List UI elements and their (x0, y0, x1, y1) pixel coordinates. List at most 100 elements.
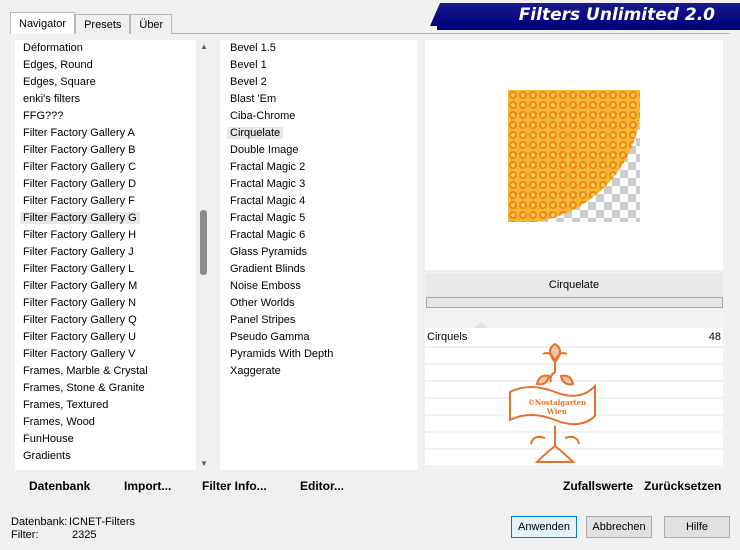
category-item[interactable]: Déformation (17, 40, 148, 57)
category-item[interactable]: FunHouse (17, 431, 148, 448)
filter-item[interactable]: Ciba-Chrome (224, 108, 333, 125)
category-item[interactable]: Frames, Textured (17, 397, 148, 414)
filter-item[interactable]: Noise Emboss (224, 278, 333, 295)
scrollbar-thumb[interactable] (200, 210, 207, 275)
category-item[interactable]: FFG??? (17, 108, 148, 125)
apply-button[interactable]: Anwenden (511, 516, 577, 538)
category-item-label: Filter Factory Gallery J (23, 246, 134, 258)
filter-item[interactable]: Gradient Blinds (224, 261, 333, 278)
editor-button[interactable]: Editor... (300, 479, 344, 493)
filter-item-label: Bevel 1.5 (230, 42, 276, 54)
category-item[interactable]: enki's filters (17, 91, 148, 108)
category-item[interactable]: Frames, Marble & Crystal (17, 363, 148, 380)
scroll-up-icon[interactable]: ▲ (199, 42, 209, 51)
filter-item-label: Panel Stripes (230, 314, 296, 326)
filter-item[interactable]: Fractal Magic 3 (224, 176, 333, 193)
filter-item[interactable]: Blast 'Em (224, 91, 333, 108)
filter-item[interactable]: Glass Pyramids (224, 244, 333, 261)
status-info: Datenbank: ICNET-Filters Filter: 2325 (11, 516, 135, 542)
slider-thumb[interactable] (474, 322, 488, 328)
category-item-label: Frames, Marble & Crystal (23, 365, 148, 377)
category-item[interactable]: Filter Factory Gallery F (17, 193, 148, 210)
category-item[interactable]: Filter Factory Gallery D (17, 176, 148, 193)
category-list-panel: Déformation Edges, Round Edges, Square enki… (15, 40, 211, 470)
category-item-label: Filter Factory Gallery M (23, 280, 138, 292)
randomize-button[interactable]: Zufallswerte (563, 479, 633, 493)
category-item[interactable]: Filter Factory Gallery V (17, 346, 148, 363)
category-item[interactable]: Frames, Stone & Granite (17, 380, 148, 397)
category-item-label: Gradients (23, 450, 71, 462)
filter-item-label: Glass Pyramids (230, 246, 308, 258)
category-list: Déformation Edges, Round Edges, Square enki… (17, 40, 148, 465)
tab-presets[interactable]: Presets (75, 14, 131, 34)
left-button-bar: Datenbank Import... Filter Info... Edito… (15, 474, 418, 498)
filter-item-label: Other Worlds (230, 297, 295, 309)
title-banner: Filters Unlimited 2.0 (430, 3, 740, 26)
category-item[interactable]: Frames, Wood (17, 414, 148, 431)
category-item[interactable]: Filter Factory Gallery H (17, 227, 148, 244)
category-item-label: FFG??? (23, 110, 64, 122)
category-item-label: Frames, Stone & Granite (23, 382, 145, 394)
filter-item-label: Bevel 2 (230, 76, 267, 88)
filter-item[interactable]: Pseudo Gamma (224, 329, 333, 346)
category-item[interactable]: Edges, Round (17, 57, 148, 74)
filter-info-button[interactable]: Filter Info... (202, 479, 267, 493)
tab-uber[interactable]: Über (130, 14, 173, 34)
filter-item[interactable]: Panel Stripes (224, 312, 333, 329)
filter-item-label: Blast 'Em (230, 93, 277, 105)
category-item[interactable]: Filter Factory Gallery G (17, 210, 148, 227)
category-item[interactable]: Filter Factory Gallery A (17, 125, 148, 142)
category-item[interactable]: Gradients (17, 448, 148, 465)
tab-navigator[interactable]: Navigator (10, 12, 76, 34)
filter-item-label: Xaggerate (230, 365, 281, 377)
right-button-bar: Zufallswerte Zurücksetzen (425, 474, 723, 498)
cancel-button[interactable]: Abbrechen (586, 516, 652, 538)
watermark-text: ©Nostalgarten (527, 398, 587, 407)
filter-item[interactable]: Other Worlds (224, 295, 333, 312)
banner-underline (437, 26, 740, 30)
filter-item-label: Ciba-Chrome (230, 110, 296, 122)
filter-item[interactable]: Bevel 1 (224, 57, 333, 74)
category-item[interactable]: Filter Factory Gallery L (17, 261, 148, 278)
category-item-label: Filter Factory Gallery G (20, 212, 140, 224)
filter-item[interactable]: Bevel 1.5 (224, 40, 333, 57)
filter-item-label: Double Image (230, 144, 299, 156)
category-item-label: Déformation (23, 42, 83, 54)
watermark-text-city: Wien (547, 407, 567, 416)
filter-item[interactable]: Fractal Magic 2 (224, 159, 333, 176)
filter-item[interactable]: Pyramids With Depth (224, 346, 333, 363)
category-item[interactable]: Filter Factory Gallery J (17, 244, 148, 261)
filter-item[interactable]: Xaggerate (224, 363, 333, 380)
category-item-label: Filter Factory Gallery B (23, 144, 136, 156)
category-item[interactable]: Filter Factory Gallery N (17, 295, 148, 312)
filter-count-label: Filter: (11, 529, 39, 541)
category-item[interactable]: Filter Factory Gallery C (17, 159, 148, 176)
help-button[interactable]: Hilfe (664, 516, 730, 538)
scroll-down-icon[interactable]: ▼ (199, 459, 209, 468)
filter-item[interactable]: Fractal Magic 5 (224, 210, 333, 227)
filter-item-label: Pyramids With Depth (230, 348, 334, 360)
category-item-label: FunHouse (23, 433, 74, 445)
filter-item[interactable]: Cirquelate (224, 125, 333, 142)
category-item[interactable]: Filter Factory Gallery U (17, 329, 148, 346)
category-item-label: Edges, Round (23, 59, 93, 71)
filter-item[interactable]: Bevel 2 (224, 74, 333, 91)
filter-list: Bevel 1.5 Bevel 1 Bevel 2 Blast 'Em Ciba-Chr… (224, 40, 333, 380)
database-button[interactable]: Datenbank (29, 479, 90, 493)
reset-button[interactable]: Zurücksetzen (644, 479, 721, 493)
category-scrollbar[interactable]: ▲ ▼ (196, 40, 212, 470)
slider-value: 48 (708, 331, 721, 343)
category-item-label: Filter Factory Gallery L (23, 263, 135, 275)
slider-label: Cirquels (427, 331, 468, 343)
category-item[interactable]: Filter Factory Gallery M (17, 278, 148, 295)
filter-item[interactable]: Fractal Magic 6 (224, 227, 333, 244)
progress-bar (426, 297, 723, 308)
category-item[interactable]: Edges, Square (17, 74, 148, 91)
import-button[interactable]: Import... (124, 479, 171, 493)
category-item[interactable]: Filter Factory Gallery B (17, 142, 148, 159)
category-item[interactable]: Filter Factory Gallery Q (17, 312, 148, 329)
category-item-label: Filter Factory Gallery H (23, 229, 137, 241)
filter-item[interactable]: Fractal Magic 4 (224, 193, 333, 210)
filter-item[interactable]: Double Image (224, 142, 333, 159)
filter-item-label: Bevel 1 (230, 59, 267, 71)
